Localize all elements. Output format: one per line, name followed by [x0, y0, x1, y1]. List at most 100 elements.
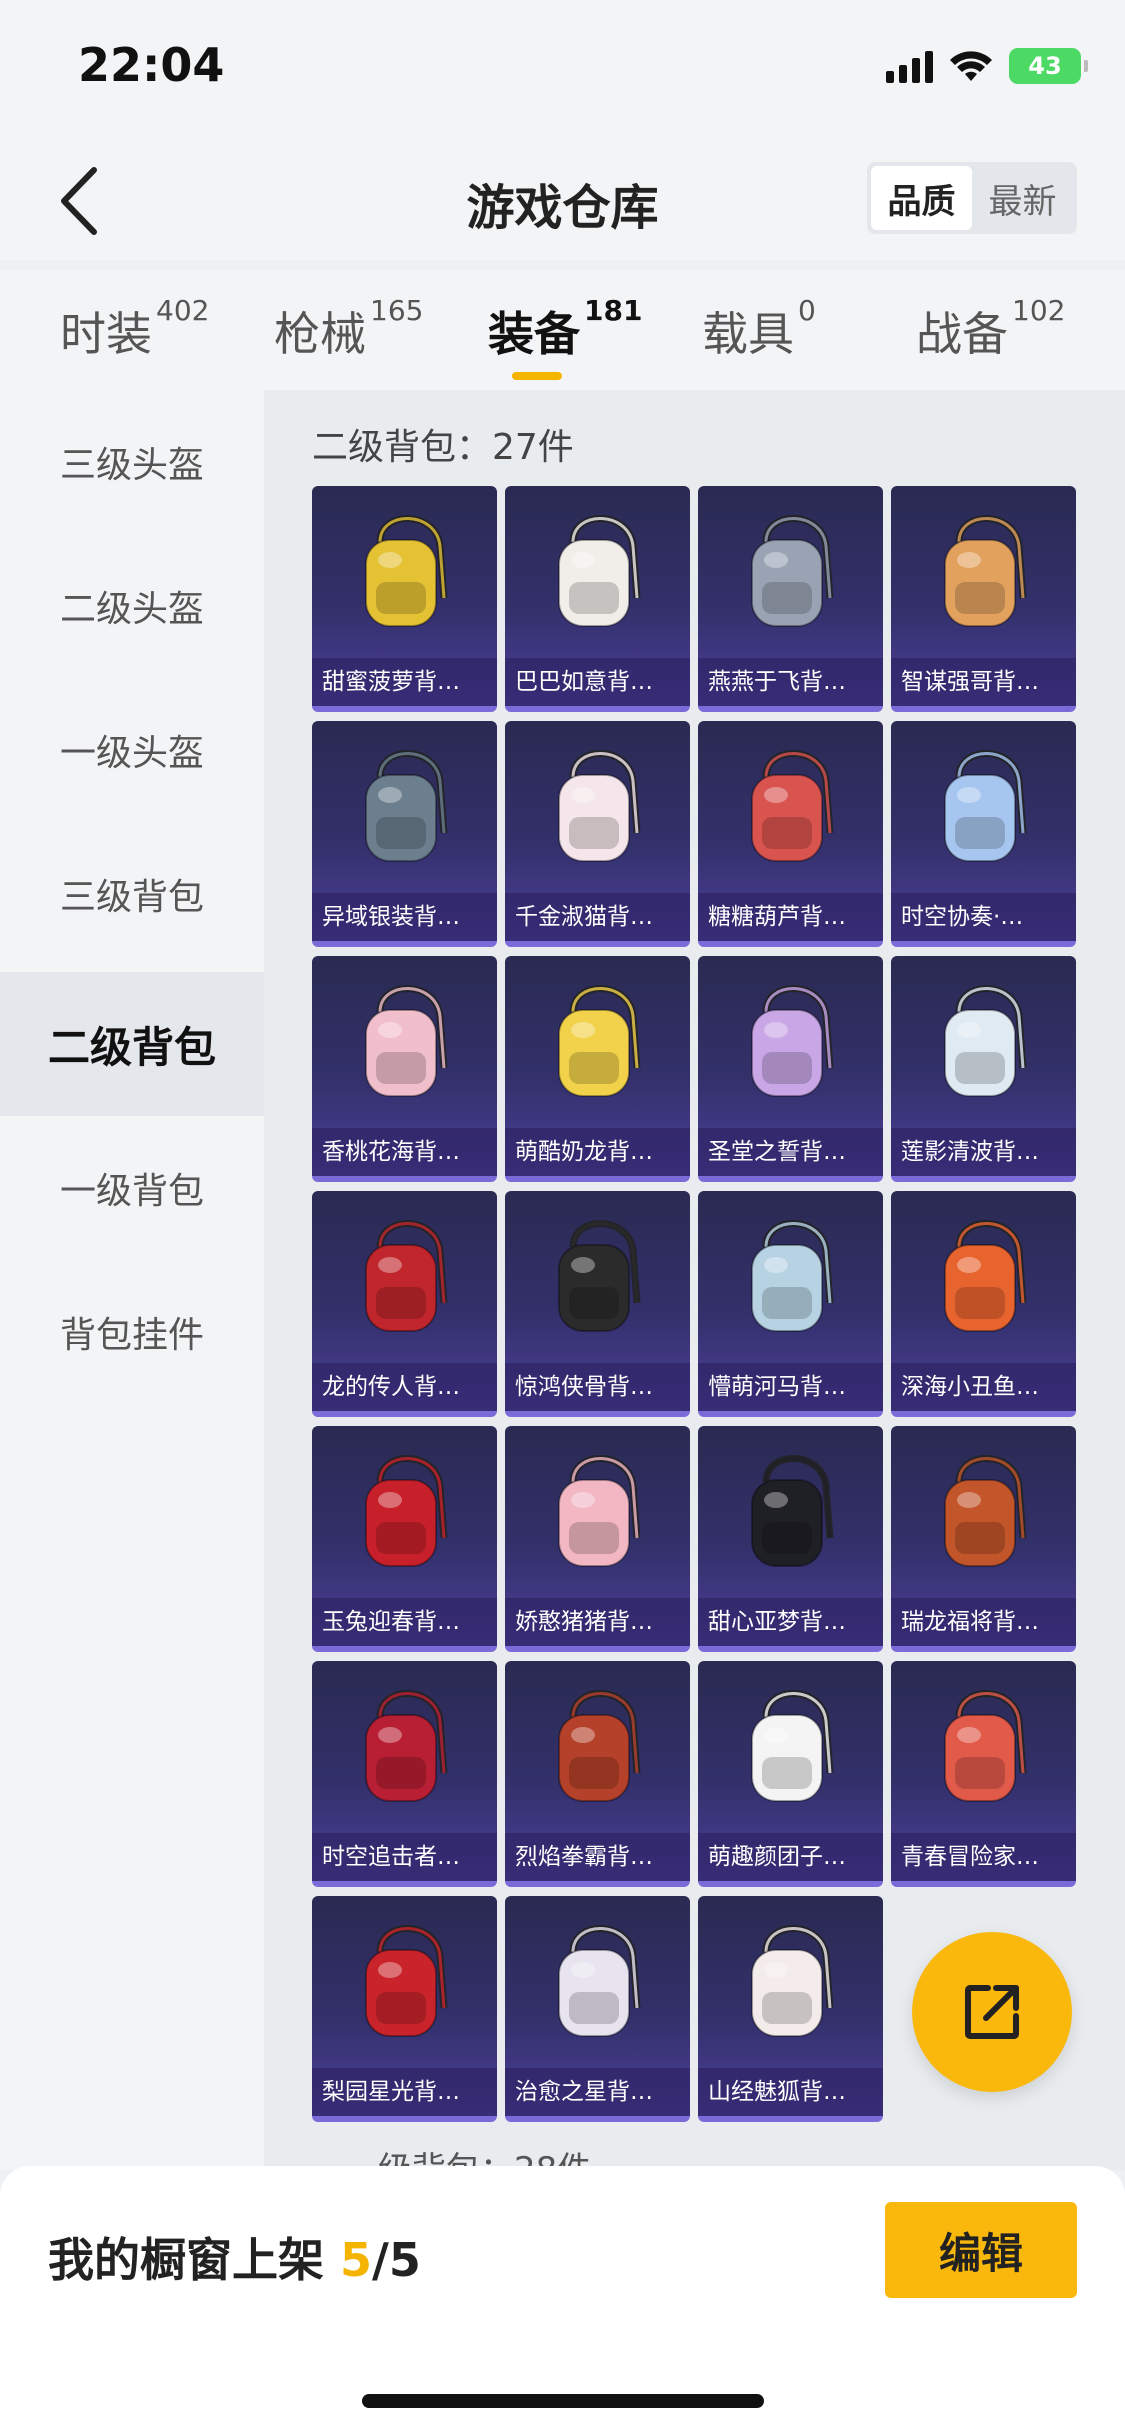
backpack-item-name: 甜蜜菠萝背… [312, 658, 497, 706]
lotus-backpack-icon [891, 956, 1076, 1128]
tab-label: 枪械 [274, 307, 366, 361]
backpack-item-card[interactable]: 糖糖葫芦背… [698, 721, 883, 947]
golden-dragon-backpack-icon [891, 1426, 1076, 1598]
showcase-status: 我的橱窗上架 5/5 [48, 2224, 421, 2290]
backpack-item-name: 懵萌河马背… [698, 1363, 883, 1411]
battery-icon: 43 [1009, 48, 1088, 84]
backpack-item-card[interactable]: 甜蜜菠萝背… [312, 486, 497, 712]
backpack-item-card[interactable]: 甜心亚梦背… [698, 1426, 883, 1652]
pineapple-backpack-icon [312, 486, 497, 658]
backpack-item-name: 香桃花海背… [312, 1128, 497, 1176]
backpack-item-name: 梨园星光背… [312, 2068, 497, 2116]
backpack-item-card[interactable]: 烈焰拳霸背… [505, 1661, 690, 1887]
sort-by-newest-button[interactable]: 最新 [972, 166, 1073, 230]
sidebar-item-level2-helmet[interactable]: 二级头盔 [0, 534, 264, 678]
backpack-item-name: 智谋强哥背… [891, 658, 1076, 706]
backpack-item-card[interactable]: 惊鸿侠骨背… [505, 1191, 690, 1417]
backpack-item-card[interactable]: 梨园星光背… [312, 1896, 497, 2122]
backpack-item-card[interactable]: 香桃花海背… [312, 956, 497, 1182]
backpack-item-card[interactable]: 燕燕于飞背… [698, 486, 883, 712]
backpack-item-name: 烈焰拳霸背… [505, 1833, 690, 1881]
backpack-item-name: 时空协奏·… [891, 893, 1076, 941]
backpack-item-name: 萌趣颜团子… [698, 1833, 883, 1881]
tab-equipment[interactable]: 装备 181 [488, 294, 642, 364]
status-icons: 43 [886, 48, 1088, 84]
swallow-backpack-icon [698, 486, 883, 658]
backpack-item-card[interactable]: 治愈之星背… [505, 1896, 690, 2122]
backpack-item-card[interactable]: 莲影清波背… [891, 956, 1076, 1182]
sidebar-item-level1-backpack[interactable]: 一级背包 [0, 1116, 264, 1260]
category-tabs: 时装 402 枪械 165 装备 181 载具 0 战备 102 [0, 270, 1125, 390]
backpack-item-name: 深海小丑鱼… [891, 1363, 1076, 1411]
backpack-item-card[interactable]: 异域银装背… [312, 721, 497, 947]
showcase-label: 我的橱窗上架 [48, 2233, 324, 2287]
black-cat-backpack-icon [698, 1426, 883, 1598]
pig-backpack-icon [505, 1426, 690, 1598]
mecha-backpack-icon [312, 1661, 497, 1833]
backpack-item-name: 瑞龙福将背… [891, 1598, 1076, 1646]
sidebar-item-level3-backpack[interactable]: 三级背包 [0, 822, 264, 966]
share-external-icon [965, 1985, 1019, 2039]
sidebar-item-backpack-charms[interactable]: 背包挂件 [0, 1260, 264, 1404]
backpack-item-name: 异域银装背… [312, 893, 497, 941]
backpack-item-card[interactable]: 智谋强哥背… [891, 486, 1076, 712]
edit-button[interactable]: 编辑 [885, 2202, 1077, 2298]
backpack-item-name: 娇憨猪猪背… [505, 1598, 690, 1646]
backpack-item-card[interactable]: 时空协奏·… [891, 721, 1076, 947]
black-backpack-icon [505, 1191, 690, 1363]
tab-label: 载具 [702, 307, 794, 361]
backpack-item-card[interactable]: 瑞龙福将背… [891, 1426, 1076, 1652]
sidebar-item-level2-backpack[interactable]: 二级背包 [0, 972, 264, 1116]
bear-bunny-backpack-icon [891, 486, 1076, 658]
backpack-item-name: 玉兔迎春背… [312, 1598, 497, 1646]
sort-by-quality-button[interactable]: 品质 [871, 166, 972, 230]
tab-supplies[interactable]: 战备 102 [916, 294, 1065, 364]
rabbit-red-backpack-icon [312, 1426, 497, 1598]
backpack-item-name: 糖糖葫芦背… [698, 893, 883, 941]
tab-vehicles[interactable]: 载具 0 [702, 294, 816, 364]
backpack-item-name: 燕燕于飞背… [698, 658, 883, 706]
cellular-signal-icon [886, 49, 933, 83]
fire-backpack-icon [505, 1661, 690, 1833]
backpack-item-card[interactable]: 娇憨猪猪背… [505, 1426, 690, 1652]
fox-backpack-icon [698, 1896, 883, 2068]
silver-pack-icon [312, 721, 497, 893]
backpack-item-card[interactable]: 青春冒险家… [891, 1661, 1076, 1887]
backpack-item-card[interactable]: 深海小丑鱼… [891, 1191, 1076, 1417]
active-tab-indicator [512, 372, 562, 380]
white-tech-backpack-icon [505, 1896, 690, 2068]
radish-backpack-icon [698, 1661, 883, 1833]
tab-label: 时装 [60, 307, 152, 361]
tab-firearms[interactable]: 枪械 165 [274, 294, 423, 364]
backpack-item-card[interactable]: 山经魅狐背… [698, 1896, 883, 2122]
peach-backpack-icon [312, 956, 497, 1128]
backpack-item-card[interactable]: 萌趣颜团子… [698, 1661, 883, 1887]
hippo-backpack-icon [698, 1191, 883, 1363]
sidebar-item-level1-helmet[interactable]: 一级头盔 [0, 678, 264, 822]
backpack-item-name: 萌酷奶龙背… [505, 1128, 690, 1176]
backpack-item-card[interactable]: 玉兔迎春背… [312, 1426, 497, 1652]
showcase-total: /5 [372, 2233, 421, 2287]
tab-count: 181 [584, 294, 643, 327]
backpack-item-card[interactable]: 巴巴如意背… [505, 486, 690, 712]
item-content: 二级背包：27件 甜蜜菠萝背… 巴巴如意背… 燕燕于飞背… 智谋强哥背… 异域银装背… 千… [264, 390, 1125, 2170]
share-button[interactable] [912, 1932, 1072, 2092]
home-indicator[interactable] [362, 2394, 764, 2408]
backpack-item-name: 惊鸿侠骨背… [505, 1363, 690, 1411]
backpack-item-card[interactable]: 龙的传人背… [312, 1191, 497, 1417]
sidebar-item-level3-helmet[interactable]: 三级头盔 [0, 390, 264, 534]
backpack-item-card[interactable]: 懵萌河马背… [698, 1191, 883, 1417]
dragon-red-backpack-icon [312, 1191, 497, 1363]
backpack-item-card[interactable]: 萌酷奶龙背… [505, 956, 690, 1182]
backpack-item-card[interactable]: 圣堂之誓背… [698, 956, 883, 1182]
tab-fashion[interactable]: 时装 402 [60, 294, 209, 364]
backpack-item-card[interactable]: 千金淑猫背… [505, 721, 690, 947]
opera-backpack-icon [312, 1896, 497, 2068]
backpack-item-name: 圣堂之誓背… [698, 1128, 883, 1176]
heart-backpack-icon [698, 956, 883, 1128]
section-title: 二级背包：27件 [312, 427, 574, 468]
white-bunny-backpack-icon [505, 486, 690, 658]
backpack-item-card[interactable]: 时空追击者… [312, 1661, 497, 1887]
backpack-item-name: 治愈之星背… [505, 2068, 690, 2116]
showcase-count: 5 [340, 2233, 373, 2287]
